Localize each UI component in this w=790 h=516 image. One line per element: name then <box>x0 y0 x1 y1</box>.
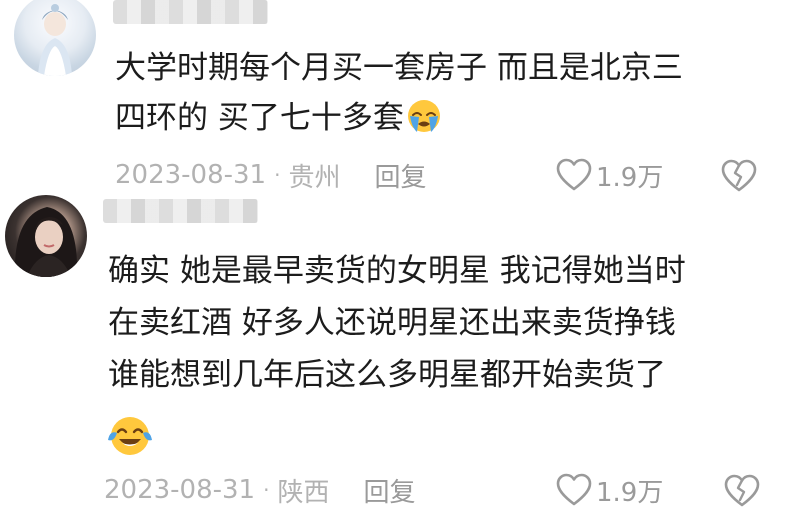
reply-button[interactable]: 回复 <box>374 157 426 194</box>
woman-photo-avatar-icon <box>14 207 78 277</box>
reply-button[interactable]: 回复 <box>363 472 415 509</box>
username-masked[interactable] <box>103 199 258 223</box>
dislike-button[interactable] <box>724 474 760 508</box>
like-count: 1.9万 <box>596 162 664 193</box>
comment-date: 2023-08-31 <box>104 475 256 505</box>
comment-line: 四环的 买了七十多套 <box>115 93 775 143</box>
heart-icon <box>556 473 592 506</box>
comment-line: 确实 她是最早卖货的女明星 我记得她当时 <box>108 253 686 289</box>
comment-line: 大学时期每个月买一套房子 而且是北京三 <box>115 50 683 86</box>
comment-location: 陕西 <box>277 477 330 508</box>
like-count: 1.9万 <box>596 477 664 508</box>
comment-meta: 2023-08-31 · 贵州 回复 <box>115 157 427 193</box>
loudly-crying-face-icon <box>407 100 440 132</box>
like-button[interactable]: 1.9万 <box>556 157 663 193</box>
anime-girl-avatar-icon <box>38 4 72 76</box>
username-masked[interactable] <box>113 0 268 24</box>
comment-item: 大学时期每个月买一套房子 而且是北京三 四环的 买了七十多套 2023-08-3… <box>0 0 790 200</box>
heart-icon <box>556 158 592 191</box>
user-avatar[interactable] <box>14 0 96 76</box>
broken-heart-icon <box>721 159 757 192</box>
comment-text: 确实 她是最早卖货的女明星 我记得她当时 在卖红酒 好多人还说明星还出来卖货挣钱… <box>108 245 778 401</box>
separator-dot: · <box>263 478 270 502</box>
separator-dot: · <box>274 163 281 187</box>
face-with-tears-of-joy-icon <box>108 417 152 455</box>
comment-text: 大学时期每个月买一套房子 而且是北京三 四环的 买了七十多套 <box>115 43 775 143</box>
comment-meta: 2023-08-31 · 陕西 回复 <box>104 472 416 508</box>
comment-location: 贵州 <box>288 162 341 193</box>
comment-line: 谁能想到几年后这么多明星都开始卖货了 <box>108 357 666 393</box>
comment-date: 2023-08-31 <box>115 160 267 190</box>
user-avatar[interactable] <box>5 195 87 277</box>
dislike-button[interactable] <box>721 159 757 193</box>
comment-line-text: 四环的 买了七十多套 <box>115 100 404 136</box>
comment-item: 确实 她是最早卖货的女明星 我记得她当时 在卖红酒 好多人还说明星还出来卖货挣钱… <box>0 190 790 516</box>
broken-heart-icon <box>724 474 760 507</box>
like-button[interactable]: 1.9万 <box>556 472 663 508</box>
comment-line: 在卖红酒 好多人还说明星还出来卖货挣钱 <box>108 305 676 341</box>
